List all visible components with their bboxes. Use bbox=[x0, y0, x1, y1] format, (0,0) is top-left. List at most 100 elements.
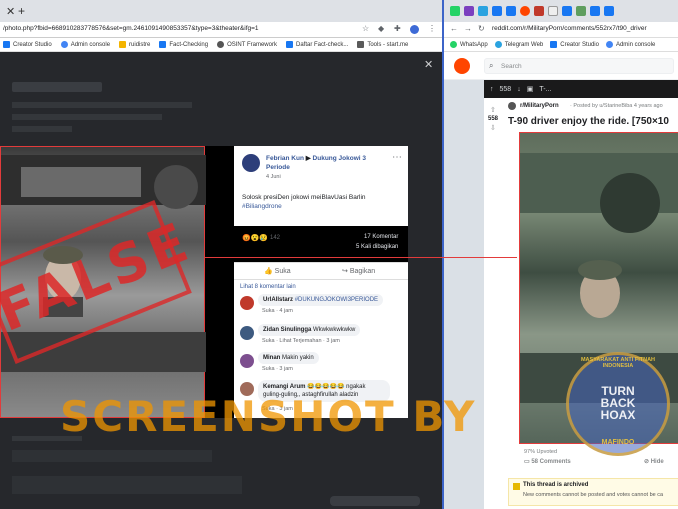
back-icon[interactable]: ← bbox=[450, 24, 458, 33]
image-icon: ▣ bbox=[526, 86, 534, 93]
downvote-arrow-icon[interactable]: ⇩ bbox=[490, 124, 496, 132]
hide-button[interactable]: ⊘ Hide bbox=[644, 458, 664, 465]
comment-text: #DUKUNGJOKOWI3PERIODE bbox=[294, 297, 379, 303]
search-input[interactable]: ⌕ Search bbox=[484, 58, 674, 74]
commenter-name[interactable]: Kemangi Arum bbox=[263, 384, 305, 390]
vote-count: 558 bbox=[499, 85, 512, 93]
bookmark-label: Creator Studio bbox=[560, 41, 599, 48]
commenter-avatar[interactable] bbox=[240, 296, 254, 310]
extension-icon[interactable]: ◆ bbox=[378, 24, 384, 33]
right-url[interactable]: reddit.com/r/MilitaryPorn/comments/552rx… bbox=[492, 25, 647, 32]
more-comments-link[interactable]: Lihat 8 komentar lain bbox=[240, 284, 296, 290]
comparison-connector-line bbox=[205, 257, 517, 258]
commenter-avatar[interactable] bbox=[240, 326, 254, 340]
bookmark[interactable]: Daftar Fact-check... bbox=[285, 41, 348, 48]
menu-dots-icon[interactable]: ⋮ bbox=[428, 24, 436, 33]
new-tab-icon[interactable]: + bbox=[18, 4, 25, 18]
profile-icon[interactable] bbox=[410, 25, 419, 34]
tab-favicon-icon[interactable] bbox=[478, 6, 488, 16]
reddit-logo-icon[interactable] bbox=[454, 58, 470, 74]
commenter-avatar[interactable] bbox=[240, 354, 254, 368]
tab-favicon-icon[interactable] bbox=[450, 6, 460, 16]
badge-bottom-text: MAFINDO bbox=[601, 439, 635, 446]
bookmark[interactable]: Fact-Checking bbox=[159, 41, 208, 48]
bookmark-favicon-icon bbox=[450, 41, 457, 48]
bookmark[interactable]: WhatsApp bbox=[450, 41, 488, 48]
reaction-icons[interactable]: 😡😮😢 bbox=[242, 234, 268, 242]
upvote-arrow-icon[interactable]: ⇧ bbox=[490, 106, 496, 114]
bookmark-favicon-icon bbox=[60, 41, 68, 48]
post-time[interactable]: 4 Juni bbox=[266, 174, 281, 180]
close-tab-icon[interactable]: ✕ bbox=[6, 5, 15, 18]
subreddit-icon[interactable] bbox=[508, 102, 516, 110]
comments-button[interactable]: ▭ 58 Comments bbox=[524, 458, 571, 465]
bookmark[interactable]: Tools - start.me bbox=[357, 41, 408, 48]
bookmark[interactable]: ruidistre bbox=[119, 41, 150, 48]
tab-favicon-icon[interactable] bbox=[506, 6, 516, 16]
bookmark-label: OSINT Framework bbox=[227, 41, 277, 48]
archive-icon bbox=[513, 483, 520, 490]
upvote-icon[interactable]: ↑ bbox=[490, 86, 494, 93]
screenshot-watermark: SCREENSHOT BY bbox=[60, 392, 477, 441]
author-avatar[interactable] bbox=[242, 154, 260, 172]
archived-title: This thread is archived bbox=[523, 482, 589, 488]
author-name[interactable]: Febrian Kun bbox=[266, 155, 304, 162]
search-icon: ⌕ bbox=[489, 61, 494, 70]
bookmark[interactable]: Telegram Web bbox=[494, 41, 543, 48]
comments-count[interactable]: 17 Komentar bbox=[364, 234, 398, 240]
bookmark[interactable]: Admin console bbox=[605, 41, 655, 48]
tab-favicon-icon[interactable] bbox=[548, 6, 558, 16]
right-address-bar[interactable]: ← → ↻ reddit.com/r/MilitaryPorn/comments… bbox=[444, 22, 678, 38]
close-photo-icon[interactable]: ✕ bbox=[424, 58, 433, 71]
left-address-bar[interactable]: /photo.php?fbid=668910283778576&set=gm.2… bbox=[0, 22, 442, 38]
left-bookmarks-bar: Creator Studio Admin console ruidistre F… bbox=[0, 38, 442, 52]
bookmark-favicon-icon bbox=[119, 41, 127, 48]
bookmark-favicon-icon bbox=[159, 41, 167, 48]
comment-bubble: Zidan Sinulingga Wkwkwkwkwkw bbox=[258, 324, 361, 336]
downvote-icon[interactable]: ↓ bbox=[517, 86, 521, 93]
star-icon[interactable]: ☆ bbox=[362, 24, 369, 33]
tab-favicon-icon[interactable] bbox=[534, 6, 544, 16]
tab-favicon-icon[interactable] bbox=[604, 6, 614, 16]
tab-favicon-icon[interactable] bbox=[562, 6, 572, 16]
reaction-count[interactable]: 142 bbox=[270, 235, 280, 241]
blurred-button bbox=[12, 82, 102, 92]
comment-icon: ▭ bbox=[524, 459, 530, 465]
posted-by[interactable]: · Posted by u/StarineBiba 4 years ago bbox=[570, 103, 663, 109]
tab-favicon-icon[interactable] bbox=[576, 6, 586, 16]
badge-ring-text: MASYARAKAT ANTI FITNAH INDONESIA bbox=[580, 357, 656, 369]
more-options-icon[interactable]: ⋯ bbox=[392, 152, 402, 163]
comment-meta[interactable]: Suka · 4 jam bbox=[262, 308, 293, 314]
vote-score: 558 bbox=[488, 116, 499, 122]
action-bar: 👍 Suka ↪ Bagikan bbox=[234, 262, 408, 280]
comment-meta[interactable]: Suka · Lihat Terjemahan · 3 jam bbox=[262, 338, 340, 344]
like-button[interactable]: 👍 Suka bbox=[264, 267, 291, 275]
share-button[interactable]: ↪ Bagikan bbox=[342, 267, 375, 275]
photo-viewer[interactable]: FALSE bbox=[0, 146, 234, 418]
shares-count[interactable]: 5 Kali dibagikan bbox=[356, 244, 398, 250]
left-tab-bar: ✕ + bbox=[0, 0, 442, 22]
reload-icon[interactable]: ↻ bbox=[478, 24, 485, 33]
bookmark[interactable]: Admin console bbox=[60, 41, 110, 48]
tab-favicon-icon[interactable] bbox=[492, 6, 502, 16]
post-top-bar: ↑ 558 ↓ ▣ T-... bbox=[484, 80, 678, 98]
commenter-name[interactable]: Zidan Sinulingga bbox=[263, 327, 311, 333]
tab-favicon-icon[interactable] bbox=[590, 6, 600, 16]
tab-favicon-icon[interactable] bbox=[520, 6, 530, 16]
puzzle-icon[interactable]: ✚ bbox=[394, 24, 401, 33]
forward-icon[interactable]: → bbox=[464, 24, 472, 33]
commenter-name[interactable]: Minan bbox=[263, 355, 280, 361]
left-url[interactable]: /photo.php?fbid=668910283778576&set=gm.2… bbox=[3, 25, 259, 32]
comment-meta[interactable]: Suka · 3 jam bbox=[262, 366, 293, 372]
commenter-name[interactable]: UrlAllstarz bbox=[263, 297, 293, 303]
reddit-gutter bbox=[444, 80, 484, 509]
subreddit-name[interactable]: r/MilitaryPorn bbox=[520, 103, 559, 109]
post-hashtag[interactable]: #Biliangdrone bbox=[242, 203, 282, 210]
share-icon: ↪ bbox=[342, 268, 348, 275]
blurred-line bbox=[12, 102, 192, 108]
bookmark[interactable]: Creator Studio bbox=[550, 41, 599, 48]
tab-favicon-icon[interactable] bbox=[464, 6, 474, 16]
bookmark[interactable]: Creator Studio bbox=[3, 41, 52, 48]
badge-line3: HOAX bbox=[600, 408, 636, 422]
bookmark[interactable]: OSINT Framework bbox=[217, 41, 277, 48]
